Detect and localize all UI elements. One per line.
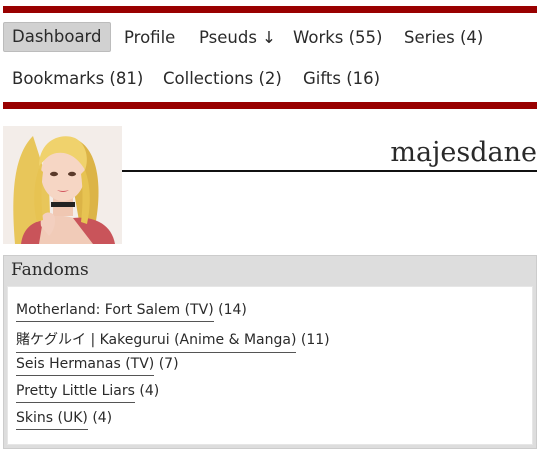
- fandom-link[interactable]: 賭ケグルイ | Kakegurui (Anime & Manga): [16, 329, 297, 353]
- fandom-link[interactable]: Skins (UK): [16, 410, 88, 430]
- nav-collections[interactable]: Collections (2): [155, 64, 290, 94]
- avatar-portrait: [3, 126, 122, 244]
- fandom-count: (4): [92, 410, 113, 426]
- fandom-count: (14): [218, 302, 247, 318]
- fandom-link[interactable]: Seis Hermanas (TV): [16, 356, 155, 376]
- nav-series[interactable]: Series (4): [396, 23, 491, 53]
- nav-profile[interactable]: Profile: [116, 23, 183, 53]
- nav-bookmarks[interactable]: Bookmarks (81): [4, 64, 151, 94]
- fandom-count: (7): [158, 356, 179, 372]
- nav-dashboard[interactable]: Dashboard: [3, 22, 111, 52]
- fandom-count: (4): [139, 383, 160, 399]
- fandoms-panel: Fandoms Motherland: Fort Salem (TV) (14)…: [3, 255, 537, 449]
- fandom-count: (11): [300, 332, 330, 348]
- nav-gifts[interactable]: Gifts (16): [295, 64, 388, 94]
- username-heading: majesdane: [390, 137, 537, 168]
- fandom-link[interactable]: Pretty Little Liars: [16, 383, 135, 403]
- user-avatar[interactable]: [3, 126, 122, 244]
- username-underline: [122, 170, 537, 172]
- fandom-item: Skins (UK) (4): [16, 410, 112, 430]
- nav-works[interactable]: Works (55): [285, 23, 391, 53]
- fandoms-heading: Fandoms: [11, 260, 89, 280]
- fandom-item: 賭ケグルイ | Kakegurui (Anime & Manga) (11): [16, 329, 330, 353]
- nav-pseuds[interactable]: Pseuds ↓: [191, 23, 284, 53]
- fandoms-list: Motherland: Fort Salem (TV) (14) 賭ケグルイ |…: [7, 286, 533, 445]
- fandom-item: Motherland: Fort Salem (TV) (14): [16, 302, 247, 322]
- fandom-link[interactable]: Motherland: Fort Salem (TV): [16, 302, 214, 322]
- dashboard-navigation: Dashboard Profile Pseuds ↓ Works (55) Se…: [3, 6, 537, 109]
- fandom-item: Seis Hermanas (TV) (7): [16, 356, 179, 376]
- fandom-item: Pretty Little Liars (4): [16, 383, 159, 403]
